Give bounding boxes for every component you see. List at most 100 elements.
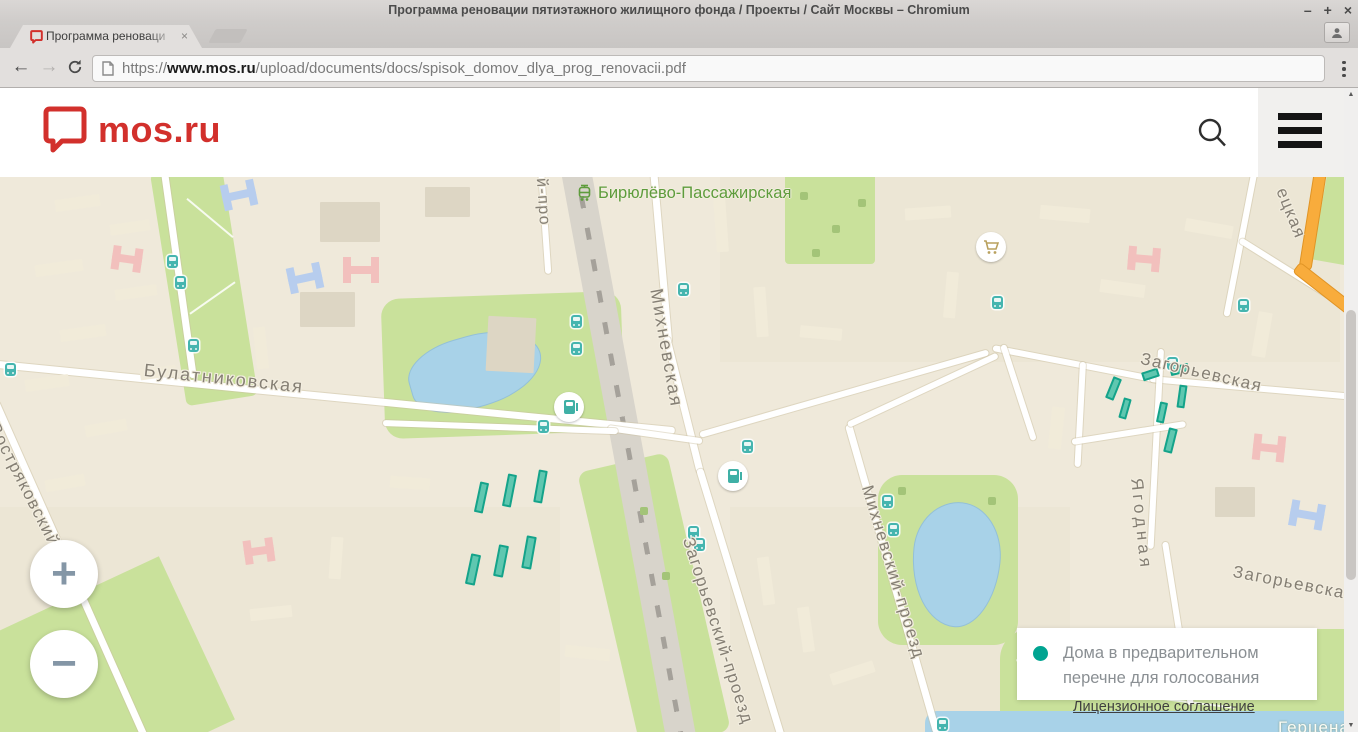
tree [898, 487, 906, 495]
building [44, 474, 85, 493]
renovation-house-marker [502, 473, 517, 507]
bus-stop-icon [571, 342, 582, 355]
person-icon [1331, 27, 1343, 39]
page-scrollbar[interactable]: ▲ ▼ [1344, 88, 1358, 732]
tree [988, 497, 996, 505]
url-text: https://www.mos.ru/upload/documents/docs… [122, 60, 686, 77]
building-h-pink [1127, 246, 1161, 273]
building [300, 292, 355, 327]
train-station-icon [577, 184, 592, 207]
road [699, 349, 989, 437]
scroll-up-icon[interactable]: ▲ [1344, 91, 1358, 98]
map-zoom-in-button[interactable]: + [30, 540, 98, 608]
bus-stop-icon [937, 718, 948, 731]
street-label-proezd-fragment: ий-про [531, 177, 553, 227]
minus-icon: − [51, 642, 77, 686]
tab-renovation-program[interactable]: Программа реноваци × [10, 25, 202, 48]
park-area [785, 177, 875, 264]
map-zoom-out-button[interactable]: − [30, 630, 98, 698]
close-button[interactable]: × [1344, 2, 1352, 18]
renovation-house-marker [1118, 397, 1131, 419]
gas-station-icon [554, 392, 584, 422]
legend-dot-icon [1033, 646, 1048, 661]
site-menu-panel [1258, 88, 1344, 177]
road [1075, 362, 1086, 467]
tree [640, 507, 648, 515]
building-h-pink [343, 257, 379, 283]
building [54, 194, 100, 212]
gas-station-icon [718, 461, 748, 491]
area-label-gertsena: Герцена [1278, 718, 1344, 732]
building [486, 316, 537, 373]
building-h-blue [1288, 499, 1326, 531]
tab-strip: Программа реноваци × [0, 22, 1358, 48]
site-header: mos.ru [0, 88, 1344, 177]
building-h-blue [286, 262, 325, 295]
street-label-zagorevskaya-bottom: Загорьевская [1231, 562, 1344, 605]
building [425, 187, 470, 217]
profile-button[interactable] [1324, 22, 1350, 43]
logo-text: mos.ru [98, 105, 221, 155]
speech-bubble-icon [42, 105, 88, 155]
legend-text: Дома в предварительном перечне для голос… [1063, 641, 1259, 691]
station-label: Бирюлёво-Пассажирская [598, 184, 791, 203]
building [564, 645, 610, 662]
bus-stop-icon [167, 255, 178, 268]
tree [800, 192, 808, 200]
window-titlebar: Программа реновации пятиэтажного жилищно… [0, 0, 1358, 22]
bus-stop-icon [882, 495, 893, 508]
building-h-pink [1252, 433, 1287, 462]
building [390, 476, 431, 491]
building-h-blue [220, 179, 259, 212]
building [34, 259, 83, 278]
bus-stop-icon [175, 276, 186, 289]
minimize-button[interactable]: – [1304, 2, 1312, 18]
renovation-house-marker [1105, 376, 1122, 401]
scroll-down-icon[interactable]: ▼ [1344, 722, 1358, 729]
forward-button[interactable]: → [36, 54, 62, 80]
tree [858, 199, 866, 207]
shopping-cart-icon [976, 232, 1006, 262]
window-title: Программа реновации пятиэтажного жилищно… [0, 3, 1358, 17]
url-host: www.mos.ru [167, 60, 256, 77]
renovation-house-marker [1176, 385, 1187, 409]
maximize-button[interactable]: + [1324, 2, 1332, 18]
hamburger-menu-icon[interactable] [1278, 113, 1322, 155]
reload-button[interactable] [62, 54, 88, 80]
bus-stop-icon [5, 363, 16, 376]
building [59, 324, 106, 342]
building [109, 219, 150, 235]
tree [832, 225, 840, 233]
building-h-pink [110, 245, 143, 273]
street-label-mikhnevskaya: Михневская [645, 287, 687, 409]
license-agreement-link[interactable]: Лицензионное соглашение [1073, 699, 1255, 715]
plus-icon: + [51, 552, 77, 596]
building [1048, 406, 1065, 449]
building [84, 418, 127, 437]
back-button[interactable]: ← [8, 54, 34, 80]
bus-stop-icon [678, 283, 689, 296]
scrollbar-thumb[interactable] [1346, 310, 1356, 580]
tab-close-icon[interactable]: × [181, 29, 188, 43]
bus-stop-icon [992, 296, 1003, 309]
address-bar[interactable]: https://www.mos.ru/upload/documents/docs… [92, 55, 1325, 82]
renovation-house-marker [1163, 427, 1178, 453]
new-tab-button[interactable] [208, 29, 247, 43]
building [1215, 487, 1255, 517]
renovation-house-marker [533, 469, 548, 503]
building [24, 374, 69, 392]
document-icon [102, 61, 114, 76]
building [114, 284, 157, 301]
building-h-pink [242, 537, 275, 565]
search-button[interactable] [1192, 113, 1232, 153]
building [253, 326, 269, 369]
web-page: mos.ru [0, 88, 1358, 732]
bus-stop-icon [1238, 299, 1249, 312]
building [320, 202, 380, 242]
tree [662, 572, 670, 580]
tab-title: Программа реноваци [46, 29, 174, 45]
browser-menu-button[interactable] [1334, 57, 1354, 81]
road [847, 353, 999, 428]
map-legend: Дома в предварительном перечне для голос… [1017, 628, 1317, 700]
mosru-logo[interactable]: mos.ru [42, 105, 221, 155]
